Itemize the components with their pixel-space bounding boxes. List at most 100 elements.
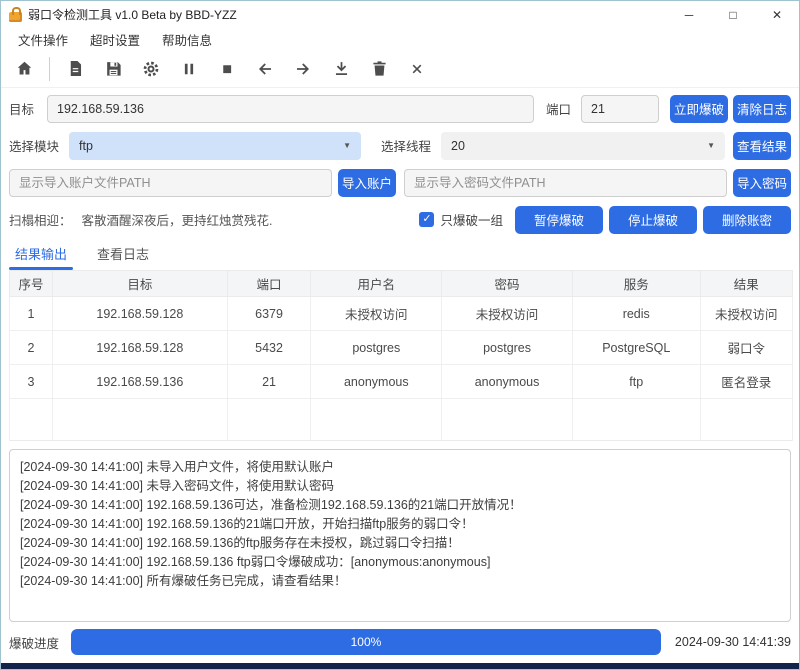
import-row: 导入账户 导入密码 [9, 168, 791, 197]
chevron-down-icon: ▼ [343, 141, 351, 150]
table-cell: 192.168.59.128 [53, 297, 228, 331]
table-cell: 未授权访问 [700, 297, 792, 331]
chevron-down-icon: ▼ [707, 141, 715, 150]
minimize-button[interactable]: ─ [667, 1, 711, 28]
table-cell: 21 [227, 365, 311, 399]
maximize-button[interactable]: □ [711, 1, 755, 28]
download-button[interactable] [326, 54, 356, 84]
table-cell: 1 [10, 297, 53, 331]
threads-label: 选择线程 [381, 136, 431, 155]
col-header-port: 端口 [227, 271, 311, 297]
view-results-button[interactable]: 查看结果 [733, 132, 791, 160]
table-cell: anonymous [311, 365, 442, 399]
target-input[interactable] [47, 95, 534, 123]
titlebar: 弱口令检测工具 v1.0 Beta by BBD-YZZ ─ □ ✕ [1, 1, 799, 28]
table-header-row: 序号 目标 端口 用户名 密码 服务 结果 [10, 271, 793, 297]
threads-select-value: 20 [451, 139, 465, 153]
port-label: 端口 [546, 99, 571, 118]
log-output[interactable]: [2024-09-30 14:41:00] 未导入用户文件，将使用默认账户 [2… [9, 449, 791, 622]
delete-button[interactable] [364, 54, 394, 84]
control-row: 扫榻相迎： 客散酒醒深夜后，更持红烛赏残花. ✓ 只爆破一组 暂停爆破 停止爆破… [9, 205, 791, 234]
table-cell [311, 399, 442, 441]
save-icon [104, 59, 123, 78]
app-lock-icon [9, 12, 22, 22]
new-file-button[interactable] [60, 54, 90, 84]
pause-icon [180, 60, 198, 78]
statusbar: 爆破进度 100% 2024-09-30 14:41:39 [9, 629, 791, 655]
module-row: 选择模块 ftp ▼ 选择线程 20 ▼ 查看结果 [9, 131, 791, 160]
clear-log-button[interactable]: 清除日志 [733, 95, 791, 123]
table-cell [700, 399, 792, 441]
table-row[interactable]: 3 192.168.59.136 21 anonymous anonymous … [10, 365, 793, 399]
table-cell: 弱口令 [700, 331, 792, 365]
download-icon [332, 59, 351, 78]
table-cell: 2 [10, 331, 53, 365]
save-button[interactable] [98, 54, 128, 84]
import-account-button[interactable]: 导入账户 [338, 169, 396, 197]
table-cell: 192.168.59.136 [53, 365, 228, 399]
pause-crack-button[interactable]: 暂停爆破 [515, 206, 603, 234]
table-cell [442, 399, 573, 441]
progress-label: 爆破进度 [9, 633, 59, 652]
table-cell: 3 [10, 365, 53, 399]
table-row[interactable]: 2 192.168.59.128 5432 postgres postgres … [10, 331, 793, 365]
progress-value: 100% [351, 635, 382, 649]
status-timestamp: 2024-09-30 14:41:39 [675, 635, 791, 649]
one-group-checkbox[interactable]: ✓ [419, 212, 434, 227]
trash-icon [370, 59, 389, 78]
back-button[interactable] [250, 54, 280, 84]
stop-icon [218, 60, 236, 78]
tab-view-logs[interactable]: 查看日志 [93, 244, 153, 270]
one-group-checkbox-label: 只爆破一组 [440, 210, 503, 229]
table-cell [572, 399, 700, 441]
menubar: 文件操作 超时设置 帮助信息 [1, 28, 799, 50]
home-button[interactable] [9, 54, 39, 84]
menu-timeout-settings[interactable]: 超时设置 [79, 28, 151, 51]
password-path-input[interactable] [404, 169, 727, 197]
stop-button[interactable] [212, 54, 242, 84]
table-cell: 6379 [227, 297, 311, 331]
window-controls: ─ □ ✕ [667, 1, 799, 28]
arrow-left-icon [255, 59, 275, 79]
table-row[interactable]: 1 192.168.59.128 6379 未授权访问 未授权访问 redis … [10, 297, 793, 331]
close-task-button[interactable] [402, 54, 432, 84]
toolbar-separator [49, 57, 50, 81]
greeting-text: 客散酒醒深夜后，更持红烛赏残花. [82, 210, 273, 229]
menu-file-operations[interactable]: 文件操作 [7, 28, 79, 51]
toolbar [1, 50, 799, 88]
target-row: 目标 端口 立即爆破 清除日志 [9, 94, 791, 123]
table-empty-row [10, 399, 793, 441]
import-password-button[interactable]: 导入密码 [733, 169, 791, 197]
table-cell [10, 399, 53, 441]
log-line: [2024-09-30 14:41:00] 192.168.59.136的ftp… [20, 534, 780, 553]
close-button[interactable]: ✕ [755, 1, 799, 28]
delete-creds-button[interactable]: 删除账密 [703, 206, 791, 234]
forward-button[interactable] [288, 54, 318, 84]
home-icon [15, 59, 34, 78]
log-line: [2024-09-30 14:41:00] 192.168.59.136可达，准… [20, 496, 780, 515]
col-header-password: 密码 [442, 271, 573, 297]
port-input[interactable] [581, 95, 659, 123]
tab-bar: 结果输出 查看日志 [1, 242, 799, 270]
menu-help-info[interactable]: 帮助信息 [151, 28, 223, 51]
table-cell: 未授权访问 [442, 297, 573, 331]
form-area: 目标 端口 立即爆破 清除日志 选择模块 ftp ▼ 选择线程 20 ▼ 查看结… [1, 88, 799, 242]
stop-crack-button[interactable]: 停止爆破 [609, 206, 697, 234]
module-select-value: ftp [79, 139, 93, 153]
table-cell: 匿名登录 [700, 365, 792, 399]
window-title: 弱口令检测工具 v1.0 Beta by BBD-YZZ [28, 6, 237, 23]
col-header-username: 用户名 [311, 271, 442, 297]
account-path-input[interactable] [9, 169, 332, 197]
table-cell [53, 399, 228, 441]
table-cell: PostgreSQL [572, 331, 700, 365]
settings-button[interactable] [136, 54, 166, 84]
table-cell: 未授权访问 [311, 297, 442, 331]
module-select[interactable]: ftp ▼ [69, 132, 361, 160]
threads-select[interactable]: 20 ▼ [441, 132, 725, 160]
table-cell: postgres [311, 331, 442, 365]
tab-results-output[interactable]: 结果输出 [11, 244, 71, 270]
pause-button[interactable] [174, 54, 204, 84]
module-label: 选择模块 [9, 136, 59, 155]
crack-now-button[interactable]: 立即爆破 [670, 95, 728, 123]
gear-icon [141, 59, 161, 79]
